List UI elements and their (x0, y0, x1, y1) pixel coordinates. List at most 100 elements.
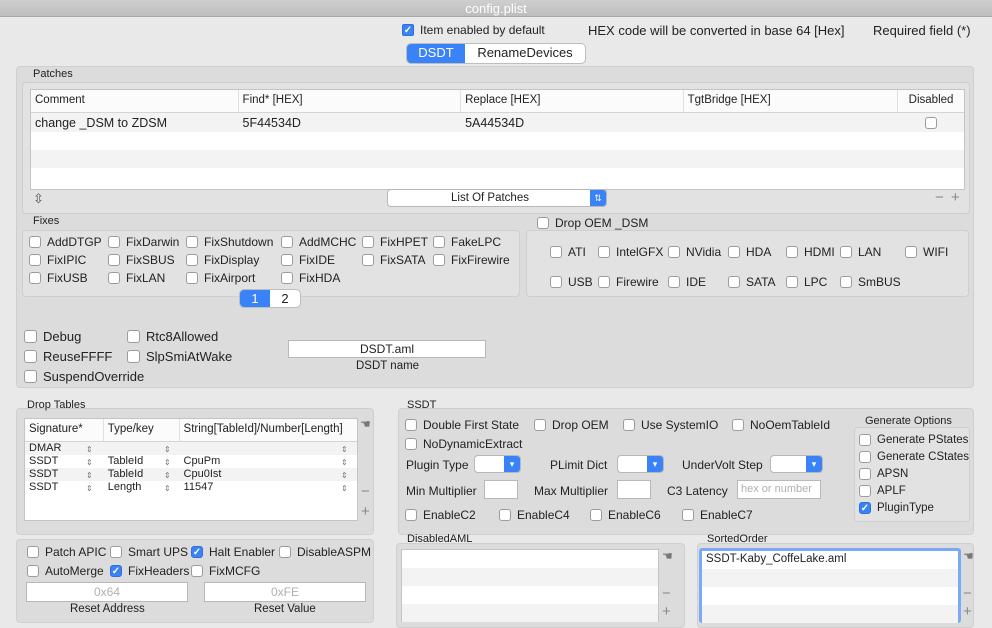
checkbox[interactable] (859, 502, 871, 514)
checkbox[interactable] (405, 419, 417, 431)
checkbox[interactable] (682, 509, 694, 521)
plimit-popup[interactable]: ▾ (617, 455, 664, 473)
checkbox[interactable] (859, 485, 871, 497)
reuseffff-toggle[interactable]: ReuseFFFF (24, 349, 112, 364)
oem-usb[interactable]: USB (550, 275, 593, 289)
fix-fixsata[interactable]: FixSATA (362, 253, 426, 267)
checkbox[interactable] (110, 546, 122, 558)
fix-fixhpet[interactable]: FixHPET (362, 235, 428, 249)
oem-lan[interactable]: LAN (840, 245, 881, 259)
enablec4-toggle[interactable]: EnableC4 (499, 508, 570, 522)
drag-hand-icon[interactable]: ☚ (360, 417, 371, 431)
checkbox[interactable] (191, 565, 203, 577)
patch-apic-toggle[interactable]: Patch APIC (27, 545, 106, 559)
cell-tgtbridge[interactable] (684, 113, 899, 132)
rtc8allowed-toggle[interactable]: Rtc8Allowed (127, 329, 218, 344)
checkbox[interactable] (186, 254, 198, 266)
aplf-toggle[interactable]: APLF (859, 485, 906, 497)
oem-ati[interactable]: ATI (550, 245, 586, 259)
oem-ide[interactable]: IDE (668, 275, 706, 289)
cell-replace[interactable]: 5A44534D (461, 113, 684, 132)
oem-wifi[interactable]: WIFI (905, 245, 948, 259)
fix-fixshutdown[interactable]: FixShutdown (186, 235, 273, 249)
suspendoverride-toggle[interactable]: SuspendOverride (24, 369, 144, 384)
list-item[interactable]: SSDT-Kaby_CoffeLake.aml (702, 551, 958, 569)
checkbox[interactable] (281, 272, 293, 284)
checkbox[interactable] (108, 272, 120, 284)
fixheaders-toggle[interactable]: FixHeaders (110, 564, 189, 578)
checkbox[interactable] (281, 254, 293, 266)
checkbox[interactable] (405, 438, 417, 450)
checkbox[interactable] (191, 546, 203, 558)
checkbox[interactable] (127, 350, 140, 363)
checkbox[interactable] (728, 276, 740, 288)
checkbox[interactable] (732, 419, 744, 431)
checkbox[interactable] (24, 330, 37, 343)
c3-latency-field[interactable]: hex or number (737, 480, 821, 499)
fix-fixsbus[interactable]: FixSBUS (108, 253, 175, 267)
nooemtableid-toggle[interactable]: NoOemTableId (732, 418, 830, 432)
fix-fixide[interactable]: FixIDE (281, 253, 335, 267)
checkbox[interactable] (362, 254, 374, 266)
checkbox[interactable] (537, 217, 549, 229)
item-enabled-checkbox[interactable] (402, 24, 414, 36)
table-row[interactable]: SSDT Length 11547 (25, 481, 357, 494)
add-table-icon[interactable]: + (361, 503, 370, 520)
fix-fixdarwin[interactable]: FixDarwin (108, 235, 179, 249)
col-type-key[interactable]: Type/key (104, 419, 180, 441)
checkbox[interactable] (108, 236, 120, 248)
remove-sorted-order-icon[interactable]: − (963, 585, 972, 602)
oem-sata[interactable]: SATA (728, 275, 776, 289)
checkbox[interactable] (859, 451, 871, 463)
checkbox[interactable] (27, 546, 39, 558)
sorted-order-list[interactable]: SSDT-Kaby_CoffeLake.aml (699, 548, 961, 623)
checkbox[interactable] (24, 350, 37, 363)
oem-nvidia[interactable]: NVidia (668, 245, 721, 259)
checkbox[interactable] (433, 254, 445, 266)
checkbox[interactable] (598, 276, 610, 288)
fix-fixairport[interactable]: FixAirport (186, 271, 255, 285)
col-find[interactable]: Find* [HEX] (239, 90, 462, 112)
checkbox[interactable] (499, 509, 511, 521)
enablec2-toggle[interactable]: EnableC2 (405, 508, 476, 522)
checkbox[interactable] (840, 276, 852, 288)
checkbox[interactable] (550, 276, 562, 288)
table-row[interactable]: DMAR (25, 442, 357, 455)
fix-fixlan[interactable]: FixLAN (108, 271, 165, 285)
fix-fixfirewire[interactable]: FixFirewire (433, 253, 510, 267)
table-row[interactable]: SSDT TableId CpuPm (25, 455, 357, 468)
stepper-icon[interactable]: ⇕ ⇕ ⇕ ⇕ (164, 443, 171, 495)
drop-oem-dsm-toggle[interactable]: Drop OEM _DSM (537, 216, 648, 230)
col-signature[interactable]: Signature* (25, 419, 104, 441)
fix-addmchc[interactable]: AddMCHC (281, 235, 356, 249)
checkbox[interactable] (786, 246, 798, 258)
cell-value[interactable]: CpuPm (180, 455, 357, 468)
fix-fakelpc[interactable]: FakeLPC (433, 235, 501, 249)
oem-intelgfx[interactable]: IntelGFX (598, 245, 663, 259)
use-systemio-toggle[interactable]: Use SystemIO (623, 418, 718, 432)
min-multiplier-field[interactable] (484, 480, 518, 499)
cell-value[interactable] (180, 442, 357, 455)
checkbox[interactable] (668, 276, 680, 288)
cell-value[interactable]: Cpu0Ist (180, 468, 357, 481)
slpsmiatwake-toggle[interactable]: SlpSmiAtWake (127, 349, 232, 364)
col-comment[interactable]: Comment (31, 90, 239, 112)
checkbox[interactable] (905, 246, 917, 258)
fix-fixusb[interactable]: FixUSB (29, 271, 88, 285)
oem-hdmi[interactable]: HDMI (786, 245, 835, 259)
disabled-checkbox[interactable] (925, 117, 938, 129)
tab-rename-devices[interactable]: RenameDevices (465, 44, 585, 63)
remove-disabled-aml-icon[interactable]: − (662, 585, 671, 602)
disableaspm-toggle[interactable]: DisableASPM (279, 545, 371, 559)
page-1-button[interactable]: 1 (240, 290, 270, 307)
fixmcfg-toggle[interactable]: FixMCFG (191, 564, 260, 578)
generate-cstates-toggle[interactable]: Generate CStates (859, 451, 969, 463)
checkbox[interactable] (728, 246, 740, 258)
remove-table-icon[interactable]: − (361, 483, 370, 500)
cell-comment[interactable]: change _DSM to ZDSM (31, 113, 239, 132)
add-sorted-order-icon[interactable]: + (963, 603, 972, 620)
item-enabled-toggle[interactable]: Item enabled by default (402, 23, 545, 37)
col-disabled[interactable]: Disabled (898, 90, 964, 112)
stepper-icon[interactable]: ⇕ ⇕ ⇕ ⇕ (86, 443, 93, 495)
checkbox[interactable] (29, 254, 41, 266)
